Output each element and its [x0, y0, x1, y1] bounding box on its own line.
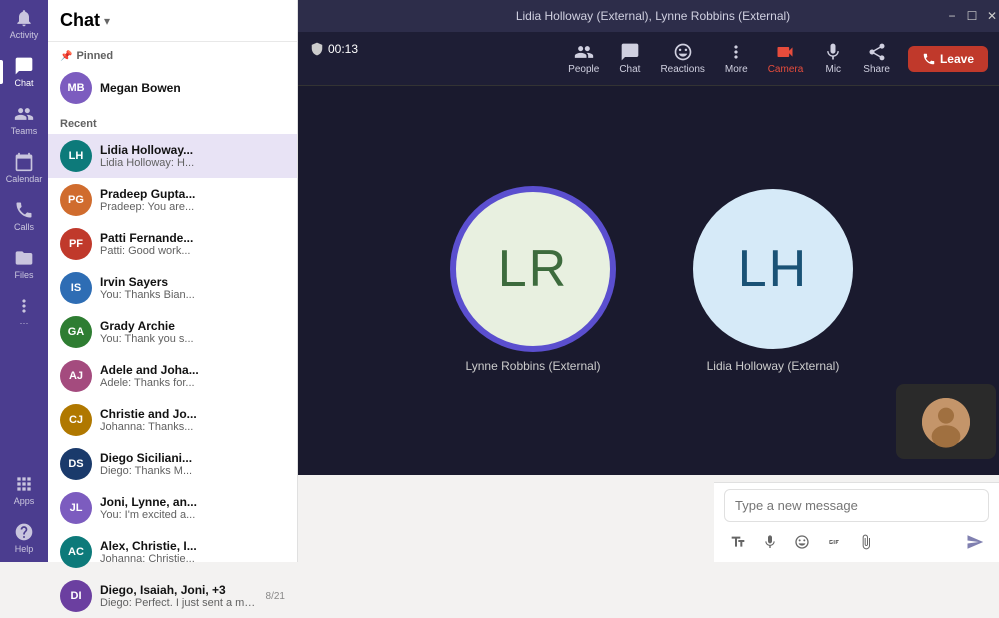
participant-name-lh: Lidia Holloway (External) [707, 359, 840, 373]
more-toolbar-button[interactable]: More [715, 38, 758, 79]
list-item[interactable]: CJ Christie and Jo... Johanna: Thanks... [48, 398, 297, 442]
attach-button[interactable] [852, 528, 880, 556]
meeting-window: Lidia Holloway (External), Lynne Robbins… [298, 0, 999, 475]
participant-avatar-lh: LH [693, 189, 853, 349]
participant-tile-lr: LR Lynne Robbins (External) [453, 189, 613, 373]
message-input-area [714, 482, 999, 562]
meeting-window-title: Lidia Holloway (External), Lynne Robbins… [516, 9, 790, 23]
meeting-toolbar: People Chat Reactions More Camera Mic [298, 32, 999, 86]
message-input[interactable] [724, 489, 989, 522]
avatar: AJ [60, 360, 92, 392]
audio-message-button[interactable] [756, 528, 784, 556]
list-item[interactable]: DI Diego, Isaiah, Joni, +3 Diego: Perfec… [48, 574, 297, 618]
leave-button[interactable]: Leave [908, 46, 988, 72]
avatar: GA [60, 316, 92, 348]
recent-section-label: Recent [48, 110, 297, 134]
meeting-content: LR Lynne Robbins (External) LH Lidia Hol… [298, 86, 999, 475]
sidebar-item-files[interactable]: Files [0, 240, 48, 288]
share-toolbar-button[interactable]: Share [853, 38, 900, 79]
sidebar-item-calendar[interactable]: Calendar [0, 144, 48, 192]
minimize-button[interactable]: − [944, 8, 960, 24]
avatar: AC [60, 536, 92, 568]
sidebar-item-help[interactable]: Help [0, 514, 48, 562]
avatar: LH [60, 140, 92, 172]
right-area: Lidia Holloway (External), Lynne Robbins… [298, 0, 999, 562]
camera-toolbar-button[interactable]: Camera [758, 38, 814, 79]
sidebar: Activity Chat Teams Calendar Calls Files… [0, 0, 48, 562]
avatar: CJ [60, 404, 92, 436]
maximize-button[interactable]: ☐ [964, 8, 980, 24]
chat-toolbar-button[interactable]: Chat [609, 38, 650, 79]
list-item[interactable]: MB Megan Bowen [48, 66, 297, 110]
reactions-toolbar-button[interactable]: Reactions [650, 38, 714, 79]
sidebar-item-chat[interactable]: Chat [0, 48, 48, 96]
sidebar-item-activity[interactable]: Activity [0, 0, 48, 48]
chat-chevron-icon[interactable]: ▾ [104, 14, 110, 28]
participant-tile-lh: LH Lidia Holloway (External) [693, 189, 853, 373]
self-view [896, 384, 996, 459]
chat-header: Chat ▾ [48, 0, 297, 42]
list-item[interactable]: JL Joni, Lynne, an... You: I'm excited a… [48, 486, 297, 530]
avatar: DI [60, 580, 92, 612]
avatar: MB [60, 72, 92, 104]
people-toolbar-button[interactable]: People [558, 38, 609, 79]
avatar: PF [60, 228, 92, 260]
pinned-section-label: 📌 Pinned [48, 42, 297, 66]
list-item[interactable]: IS Irvin Sayers You: Thanks Bian... [48, 266, 297, 310]
list-item[interactable]: PG Pradeep Gupta... Pradeep: You are... [48, 178, 297, 222]
gif-button[interactable] [820, 528, 848, 556]
avatar: PG [60, 184, 92, 216]
message-tools [724, 528, 989, 556]
self-avatar [922, 398, 970, 446]
close-button[interactable]: ✕ [984, 8, 999, 24]
avatar: IS [60, 272, 92, 304]
chat-panel: Chat ▾ 📌 Pinned MB Megan Bowen Recent LH… [48, 0, 298, 562]
sidebar-item-more[interactable]: ··· [0, 288, 48, 336]
list-item[interactable]: AJ Adele and Joha... Adele: Thanks for..… [48, 354, 297, 398]
pin-icon: 📌 [60, 51, 72, 62]
emoji-button[interactable] [788, 528, 816, 556]
avatar: JL [60, 492, 92, 524]
send-button[interactable] [961, 528, 989, 556]
format-button[interactable] [724, 528, 752, 556]
sidebar-item-calls[interactable]: Calls [0, 192, 48, 240]
titlebar-controls: − ☐ ✕ [944, 8, 999, 24]
participant-name-lr: Lynne Robbins (External) [466, 359, 601, 373]
list-item[interactable]: LH Lidia Holloway... Lidia Holloway: H..… [48, 134, 297, 178]
meeting-titlebar: Lidia Holloway (External), Lynne Robbins… [298, 0, 999, 32]
list-item[interactable]: PF Patti Fernande... Patti: Good work... [48, 222, 297, 266]
meeting-timer: 00:13 [310, 42, 358, 56]
mic-toolbar-button[interactable]: Mic [813, 38, 853, 79]
list-item[interactable]: GA Grady Archie You: Thank you s... [48, 310, 297, 354]
list-item[interactable]: AC Alex, Christie, I... Johanna: Christi… [48, 530, 297, 574]
sidebar-item-apps[interactable]: Apps [0, 466, 48, 514]
participant-avatar-lr: LR [453, 189, 613, 349]
chat-panel-title: Chat [60, 10, 100, 31]
sidebar-item-teams[interactable]: Teams [0, 96, 48, 144]
list-item[interactable]: DS Diego Siciliani... Diego: Thanks M... [48, 442, 297, 486]
avatar: DS [60, 448, 92, 480]
